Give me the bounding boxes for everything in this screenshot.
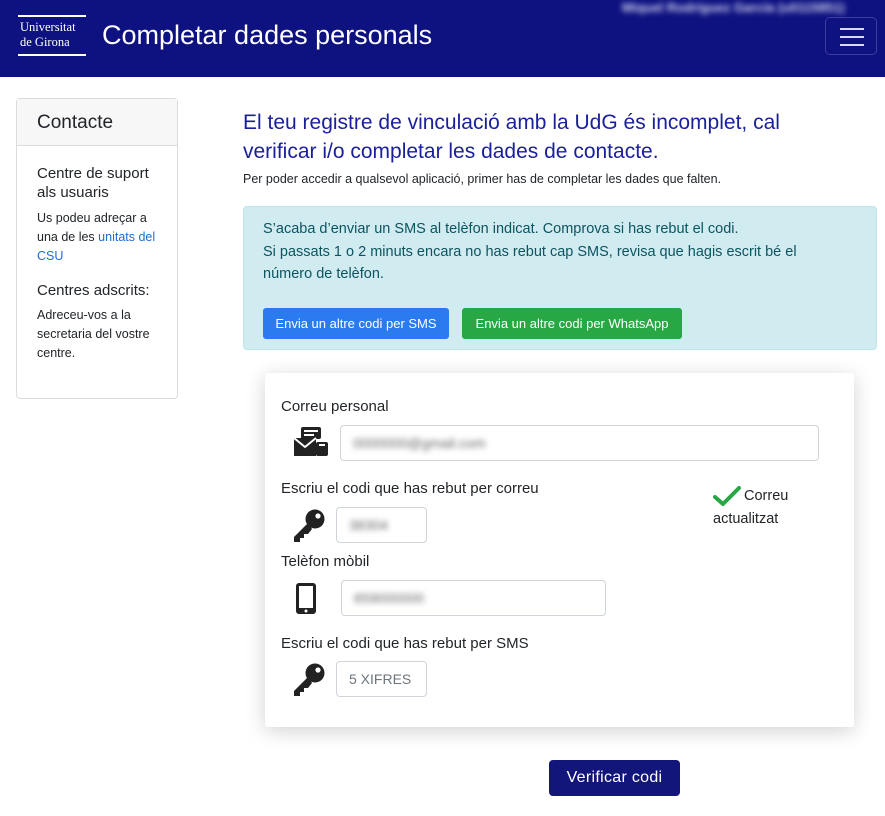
verify-code-button[interactable]: Verificar codi — [549, 760, 680, 796]
contact-form-card: Correu personal 0000000@gmail.com Escriu… — [265, 373, 854, 727]
user-name: Miquel Rodríguez García (u0115851) — [622, 0, 845, 15]
phone-label: Telèfon mòbil — [281, 553, 370, 570]
hamburger-icon — [840, 28, 864, 30]
email-status-line2: actualitzat — [713, 511, 779, 527]
top-navbar: Universitat de Girona Completar dades pe… — [0, 0, 885, 77]
resend-sms-button[interactable]: Envia un altre codi per SMS — [263, 308, 449, 339]
email-value: 0000000@gmail.com — [353, 435, 486, 451]
logo-rule-bottom — [18, 54, 86, 56]
menu-button[interactable] — [825, 17, 877, 55]
adscrits-text: Adreceu-vos a la secretaria del vostre c… — [37, 308, 150, 360]
alert-line-3: número de telèfon. — [263, 266, 384, 282]
key-icon — [294, 509, 325, 542]
adscrits-title: Centres adscrits: — [37, 282, 150, 299]
logo-line-1: Universitat — [20, 20, 76, 34]
alert-line-2: Si passats 1 o 2 minuts encara no has re… — [263, 244, 797, 260]
email-status-line1: Correu — [744, 488, 789, 504]
sms-info-alert: S’acaba d’enviar un SMS al telèfon indic… — [243, 206, 877, 350]
sidebar-heading: Contacte — [17, 99, 177, 146]
check-icon — [713, 486, 741, 506]
sms-code-input[interactable]: 5 XIFRES — [336, 661, 427, 697]
resend-whatsapp-button[interactable]: Envia un altre codi per WhatsApp — [462, 308, 682, 339]
support-title: Centre de suport als usuaris — [37, 165, 149, 201]
logo-line-2: de Girona — [20, 35, 70, 49]
email-code-label: Escriu el codi que has rebut per correu — [281, 480, 539, 497]
key-icon — [294, 663, 325, 696]
main-subtitle: Per poder accedir a qualsevol aplicació,… — [243, 172, 722, 186]
contact-sidebar: Contacte Centre de suport als usuaris Us… — [16, 98, 178, 399]
main-heading: El teu registre de vinculació amb la UdG… — [243, 111, 780, 163]
udg-logo[interactable]: Universitat de Girona — [18, 13, 88, 61]
email-code-value: 38304 — [349, 517, 388, 533]
mobile-phone-icon — [296, 583, 316, 614]
email-label: Correu personal — [281, 398, 389, 415]
hamburger-icon-line — [840, 44, 864, 46]
phone-value: 659000000 — [354, 590, 425, 606]
mail-icon — [293, 427, 328, 456]
email-code-input[interactable]: 38304 — [336, 507, 427, 543]
sms-code-placeholder: 5 XIFRES — [349, 671, 412, 687]
page-title: Completar dades personals — [102, 20, 433, 50]
logo-rule-top — [18, 15, 86, 17]
email-field[interactable]: 0000000@gmail.com — [340, 425, 819, 461]
hamburger-icon-line — [840, 36, 864, 38]
sms-code-label: Escriu el codi que has rebut per SMS — [281, 635, 529, 652]
support-text: Us podeu adreçar a una de les unitats de… — [37, 209, 167, 266]
phone-field[interactable]: 659000000 — [341, 580, 606, 616]
alert-line-1: S’acaba d’enviar un SMS al telèfon indic… — [263, 221, 739, 237]
